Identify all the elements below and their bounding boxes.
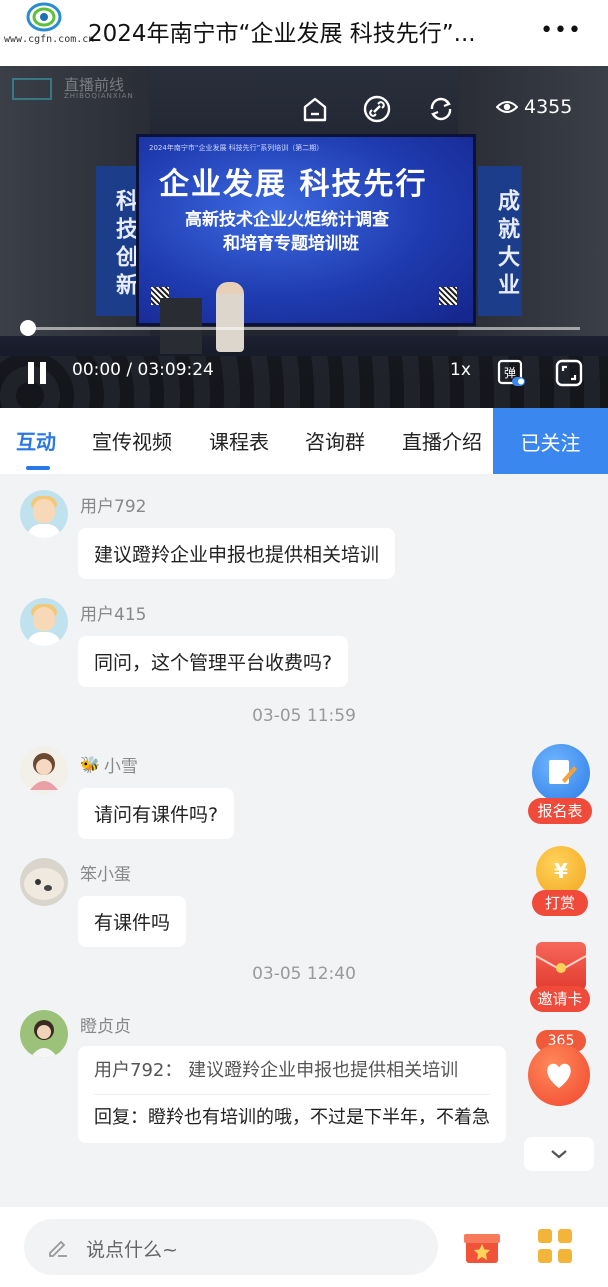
screen-line-2: 和培育专题培训班 [223, 234, 359, 254]
avatar[interactable] [20, 1010, 68, 1058]
view-count: 4355 [496, 96, 572, 118]
avatar[interactable] [20, 598, 68, 646]
scroll-to-bottom-button[interactable] [524, 1137, 594, 1171]
bee-badge-icon: 🐝 [80, 755, 100, 774]
top-bar: www.cgfn.com.cn 2024年南宁市“企业发展 科技先行”... •… [0, 0, 608, 66]
red-envelope-icon [535, 942, 587, 990]
reward-label: 打赏 [532, 890, 588, 916]
reply-text: 回复：瞪羚也有培训的哦，不过是下半年，不着急 [94, 1107, 490, 1128]
playback-speed-button[interactable]: 1x [450, 360, 471, 380]
pencil-icon [49, 1240, 67, 1257]
logo-swirl-icon [26, 2, 62, 32]
like-button[interactable]: 365 [526, 1030, 596, 1110]
active-tab-indicator [26, 466, 50, 470]
progress-knob[interactable] [20, 320, 36, 336]
qr-code-icon [439, 287, 457, 305]
fullscreen-icon[interactable] [554, 358, 584, 388]
chat-bubble: 有课件吗 [78, 896, 187, 947]
more-dots-icon[interactable]: ••• [540, 18, 582, 43]
podium [160, 298, 202, 354]
watermark-logo-icon [12, 78, 52, 100]
screen-top-text: 2024年南宁市“企业发展 科技先行”系列培训（第二期） [149, 144, 324, 152]
chat-username: 小雪 [103, 757, 138, 777]
avatar[interactable] [20, 858, 68, 906]
bottom-input-bar: 说点什么~ [0, 1207, 608, 1287]
chevron-down-icon [551, 1150, 567, 1159]
comment-placeholder: 说点什么~ [86, 1239, 178, 1261]
video-player[interactable]: 科技创新 成就大业 2024年南宁市“企业发展 科技先行”系列培训（第二期） 企… [0, 66, 608, 408]
signup-form-button[interactable]: 报名表 [526, 744, 596, 826]
chat-time-separator: 03-05 12:40 [252, 964, 356, 984]
progress-track[interactable] [28, 327, 580, 330]
tab-live-intro[interactable]: 直播介绍 [402, 426, 482, 455]
video-banner-right: 成就大业 [478, 166, 522, 316]
chat-list[interactable]: 用户792 建议蹬羚企业申报也提供相关培训 用户415 同问，这个管理平台收费吗… [0, 474, 608, 1208]
avatar[interactable] [20, 490, 68, 538]
reply-card: 用户792： 建议蹬羚企业申报也提供相关培训 回复：瞪羚也有培训的哦，不过是下半… [78, 1046, 506, 1143]
coin-symbol: ¥ [554, 859, 568, 883]
signup-form-icon [532, 744, 590, 802]
eye-icon [496, 101, 518, 113]
tab-bar: 互动 宣传视频 课程表 咨询群 直播介绍 已关注 [0, 408, 608, 474]
refresh-icon[interactable] [426, 94, 456, 124]
tab-interaction[interactable]: 互动 [16, 426, 56, 455]
heart-icon [528, 1044, 590, 1106]
tab-consult-group[interactable]: 咨询群 [305, 426, 365, 455]
page-title: 2024年南宁市“企业发展 科技先行”... [88, 21, 476, 47]
chat-time-separator: 03-05 11:59 [252, 706, 356, 726]
invite-card-button[interactable]: 邀请卡 [526, 942, 596, 1014]
tab-promo-video[interactable]: 宣传视频 [92, 426, 172, 455]
link-icon[interactable] [362, 94, 392, 124]
screen-heading: 企业发展 科技先行 [159, 167, 428, 202]
danmaku-icon[interactable]: 弹 [496, 358, 526, 388]
watermark-subtitle: ZHIBOQIANXIAN [64, 92, 134, 100]
view-count-value: 4355 [524, 96, 573, 118]
pause-icon[interactable] [26, 360, 50, 386]
video-watermark: 直播前线 ZHIBOQIANXIAN [12, 74, 172, 104]
signup-form-label: 报名表 [528, 798, 592, 824]
chat-bubble: 同问，这个管理平台收费吗? [78, 636, 349, 687]
grid-menu-icon[interactable] [538, 1229, 574, 1265]
chat-username: 用户792 [80, 497, 147, 517]
invite-card-label: 邀请卡 [530, 986, 590, 1012]
playback-time: 00:00 / 03:09:24 [72, 360, 214, 380]
coin-icon: ¥ [536, 846, 586, 896]
chat-username: 瞪贞贞 [80, 1017, 131, 1037]
avatar[interactable] [20, 746, 68, 794]
chat-bubble: 建议蹬羚企业申报也提供相关培训 [78, 528, 396, 579]
chat-username: 笨小蛋 [80, 865, 131, 885]
tab-schedule[interactable]: 课程表 [209, 426, 269, 455]
reply-quote: 用户792： 建议蹬羚企业申报也提供相关培训 [94, 1056, 490, 1095]
chat-username-row: 🐝 小雪 [80, 752, 138, 777]
gift-icon[interactable] [462, 1225, 502, 1265]
speaker-figure [216, 282, 244, 352]
logo-text: www.cgfn.com.cn [4, 34, 95, 45]
screen-line-1: 高新技术企业火炬统计调查 [185, 210, 389, 230]
reward-button[interactable]: ¥ 打赏 [526, 846, 596, 918]
video-banner-left: 科技创新 [96, 166, 140, 316]
comment-input[interactable]: 说点什么~ [24, 1219, 438, 1275]
home-icon[interactable] [300, 94, 330, 124]
chat-bubble: 请问有课件吗? [78, 788, 235, 839]
chat-username: 用户415 [80, 605, 147, 625]
follow-button[interactable]: 已关注 [493, 408, 608, 474]
